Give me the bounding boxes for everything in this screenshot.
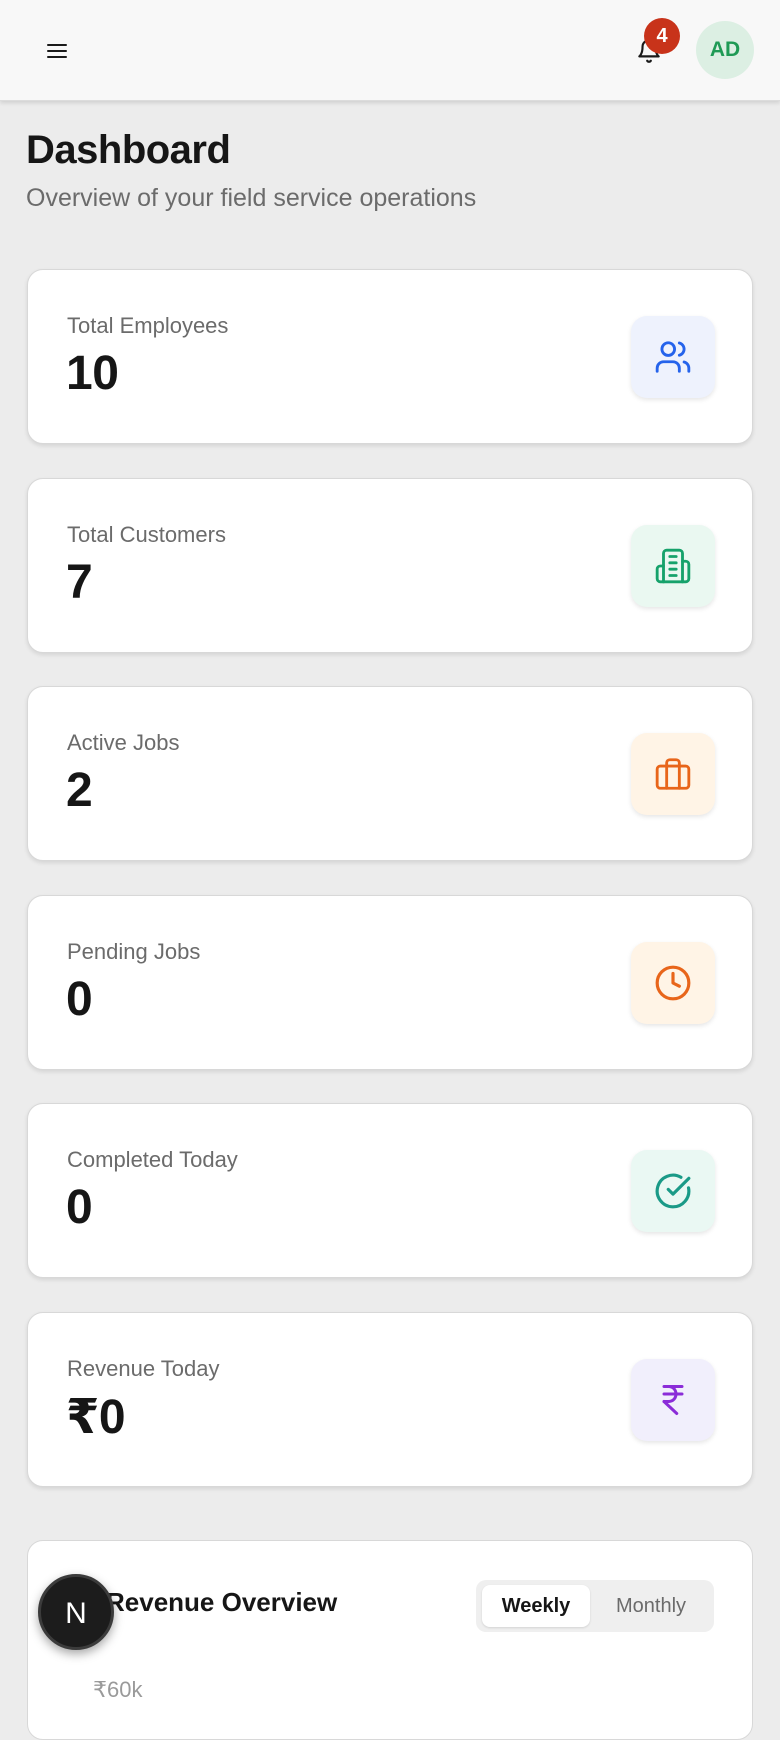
nextjs-logo-icon[interactable]: N [38, 1574, 114, 1650]
stat-value: 10 [66, 347, 119, 400]
stat-label: Revenue Today [67, 1356, 220, 1381]
check-circle-icon [631, 1150, 715, 1232]
stat-card-total-employees[interactable]: Total Employees 10 [27, 269, 753, 444]
badge-letter: N [65, 1597, 87, 1629]
stat-value: 0 [66, 973, 93, 1026]
revenue-overview-title: Revenue Overview [106, 1587, 338, 1617]
stat-value: 0 [66, 1181, 93, 1234]
y-axis-tick-label: ₹60k [93, 1677, 143, 1702]
notification-count-badge: 4 [644, 18, 680, 54]
revenue-overview-card: Revenue Overview Weekly Monthly ₹60k [27, 1540, 753, 1740]
stat-card-completed-today[interactable]: Completed Today 0 [27, 1103, 753, 1278]
hamburger-menu-icon[interactable] [40, 37, 74, 65]
building-icon [631, 525, 715, 607]
stat-value: 2 [66, 764, 93, 817]
avatar[interactable]: AD [696, 21, 754, 79]
stat-label: Total Customers [67, 522, 226, 547]
page-subtitle: Overview of your field service operation… [26, 184, 477, 212]
revenue-period-toggle: Weekly Monthly [476, 1580, 714, 1632]
stat-label: Pending Jobs [67, 939, 201, 964]
stat-label: Active Jobs [67, 730, 180, 755]
rupee-icon [631, 1359, 715, 1441]
stat-card-active-jobs[interactable]: Active Jobs 2 [27, 686, 753, 861]
stat-card-total-customers[interactable]: Total Customers 7 [27, 478, 753, 653]
top-app-bar: 4 AD [0, 0, 780, 101]
stat-label: Total Employees [67, 313, 229, 338]
briefcase-icon [631, 733, 715, 815]
page-title: Dashboard [26, 128, 231, 172]
stat-card-pending-jobs[interactable]: Pending Jobs 0 [27, 895, 753, 1070]
clock-icon [631, 942, 715, 1024]
toggle-weekly[interactable]: Weekly [482, 1585, 590, 1627]
stat-value: ₹0 [66, 1391, 126, 1444]
stat-label: Completed Today [67, 1147, 238, 1172]
stat-value: 7 [66, 556, 93, 609]
stat-card-revenue-today[interactable]: Revenue Today ₹0 [27, 1312, 753, 1487]
toggle-monthly[interactable]: Monthly [594, 1585, 708, 1627]
users-icon [631, 316, 715, 398]
